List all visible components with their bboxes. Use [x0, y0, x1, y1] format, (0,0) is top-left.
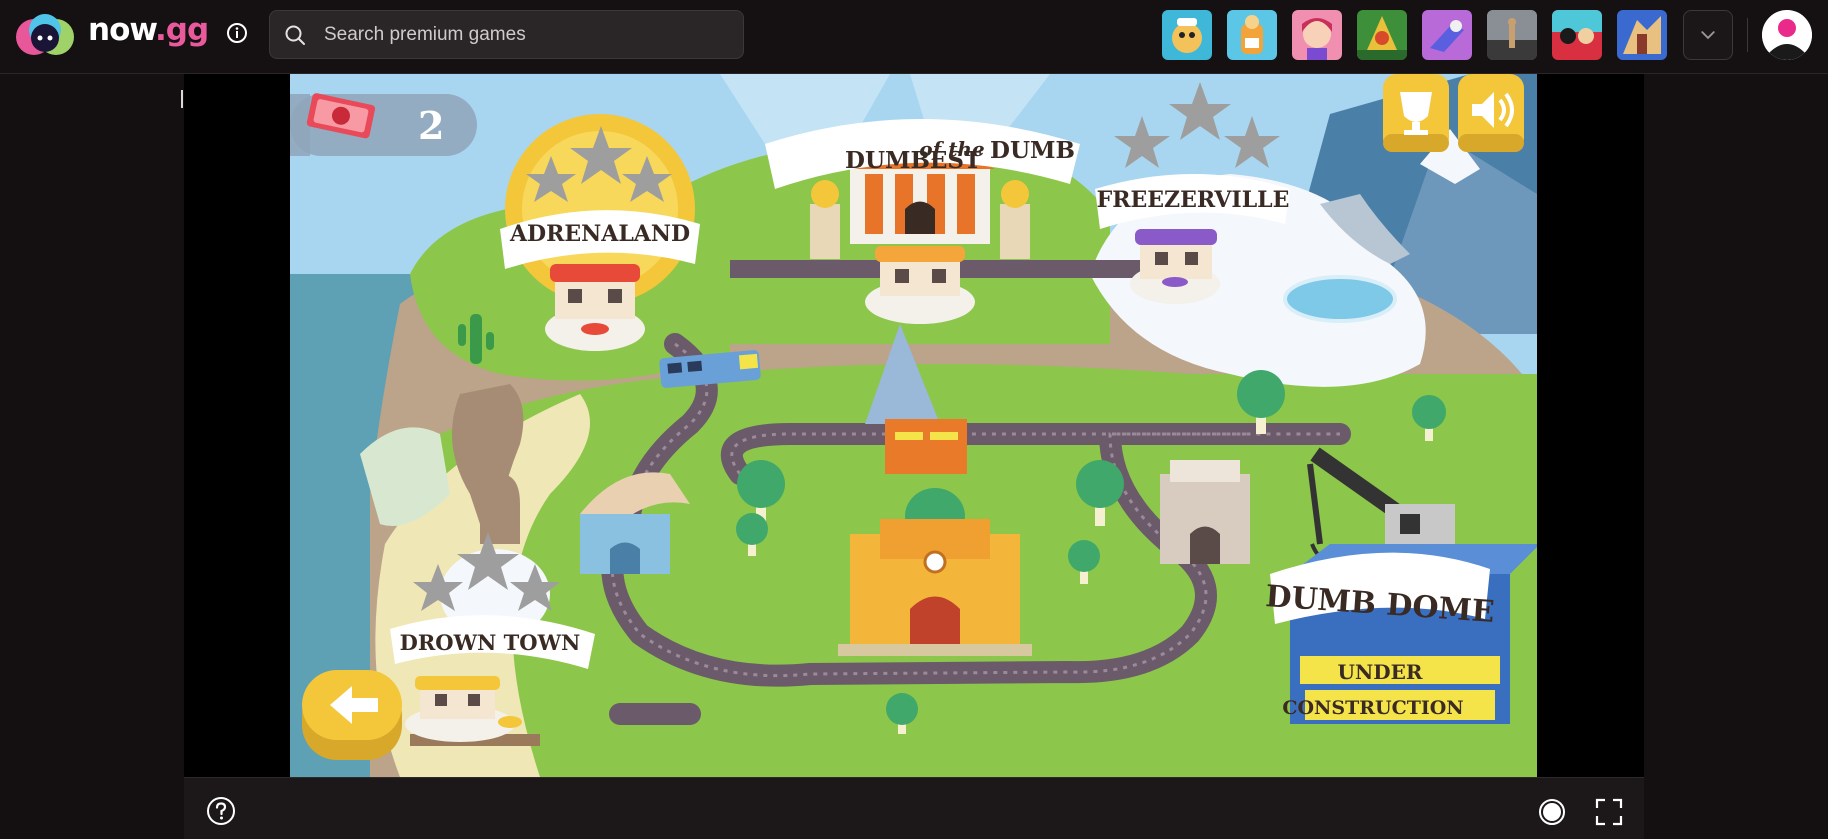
tunnel-building	[1160, 460, 1250, 564]
game-thumb-4[interactable]	[1357, 10, 1407, 60]
info-icon[interactable]	[226, 22, 248, 44]
label-freezerville: FREEZERVILLE	[1097, 187, 1290, 213]
cave	[480, 474, 520, 544]
trophy-button[interactable]	[1383, 74, 1449, 152]
record-icon[interactable]	[1538, 798, 1566, 826]
nowgg-wordmark[interactable]: now.gg	[88, 12, 209, 48]
dumb-dome-zone[interactable]: DUMB DOME UNDER CONSTRUCTION	[1264, 544, 1537, 724]
more-games-dropdown[interactable]	[1683, 10, 1733, 60]
nowgg-logo-icon[interactable]	[14, 12, 76, 58]
player-toolbar	[184, 777, 1644, 839]
top-bar: now.gg	[0, 0, 1828, 74]
ticket-counter: 2	[290, 93, 477, 156]
game-thumb-6[interactable]	[1487, 10, 1537, 60]
label-adrenaland: ADRENALAND	[509, 221, 690, 247]
search-box[interactable]	[269, 10, 744, 59]
avatar-icon	[1762, 10, 1812, 60]
game-thumb-3[interactable]	[1292, 10, 1342, 60]
label-drown-town: DROWN TOWN	[400, 630, 581, 655]
ice-pond	[1283, 275, 1397, 323]
back-button[interactable]	[302, 670, 402, 760]
ticket-count: 2	[418, 103, 444, 148]
sound-button[interactable]	[1458, 74, 1524, 152]
label-under: UNDER	[1338, 660, 1423, 684]
user-avatar[interactable]	[1762, 10, 1812, 60]
game-thumb-7[interactable]	[1552, 10, 1602, 60]
game-thumb-8[interactable]	[1617, 10, 1667, 60]
label-construction: CONSTRUCTION	[1282, 697, 1463, 719]
fullscreen-icon[interactable]	[1595, 798, 1623, 826]
label-dumb: DUMB	[990, 137, 1075, 164]
chevron-down-icon	[1701, 31, 1715, 40]
logo-now: now	[88, 12, 156, 48]
logo-gg: .gg	[155, 12, 209, 48]
text-cursor	[181, 90, 183, 108]
game-thumb-2[interactable]	[1227, 10, 1277, 60]
search-input[interactable]	[324, 11, 724, 58]
game-thumb-5[interactable]	[1422, 10, 1472, 60]
label-of-the: of the	[919, 137, 984, 161]
game-canvas[interactable]: DUMB DOME UNDER CONSTRUCTION ADRENALAND	[290, 74, 1537, 777]
game-thumb-1[interactable]	[1162, 10, 1212, 60]
search-icon	[285, 25, 305, 45]
header-divider	[1747, 18, 1748, 52]
help-icon[interactable]	[206, 796, 236, 826]
